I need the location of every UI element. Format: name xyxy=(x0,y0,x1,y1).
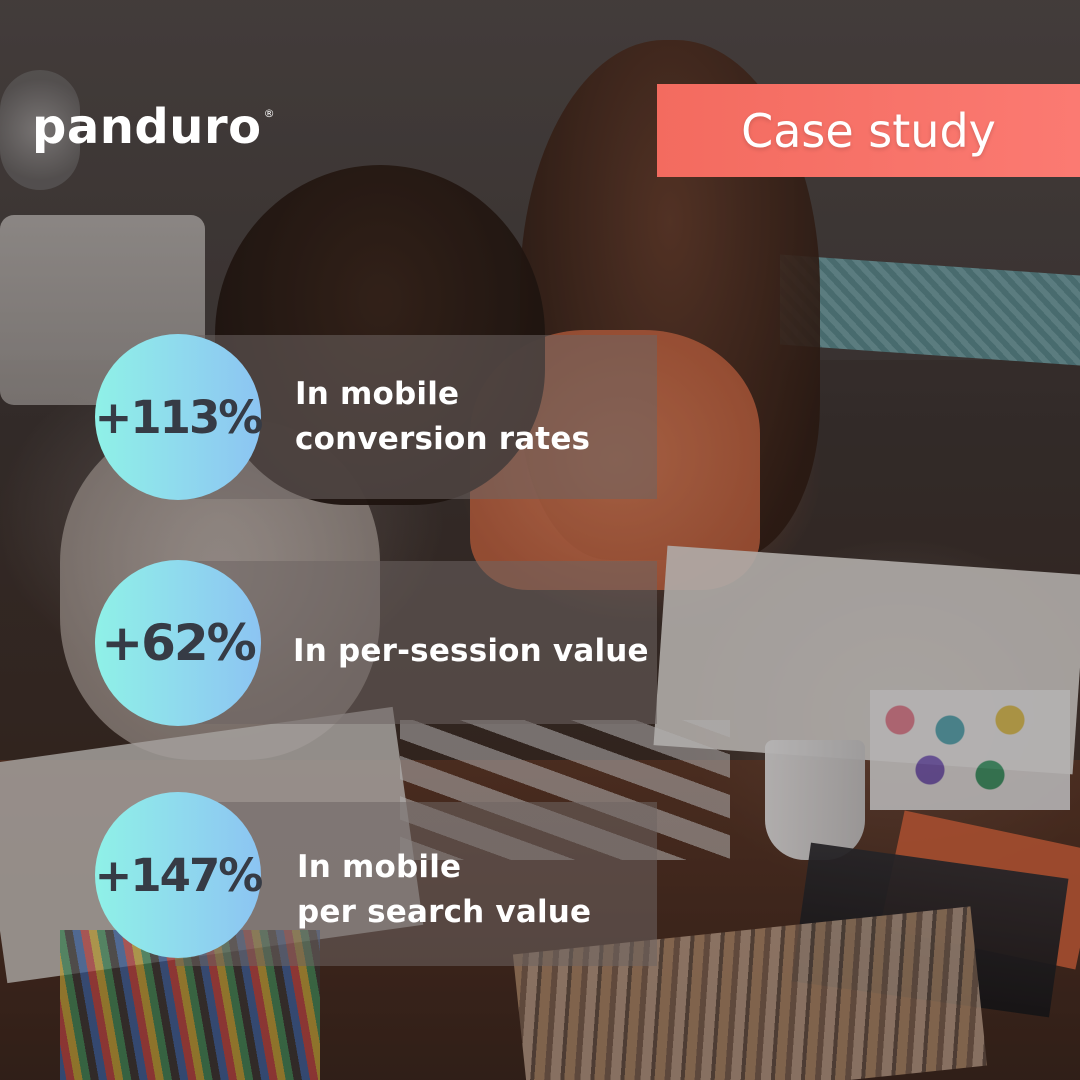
stat-description: In mobile conversion rates xyxy=(295,372,590,462)
stat-description-line: In mobile xyxy=(295,376,460,412)
case-study-graphic: panduro ® Case study +113% In mobile con… xyxy=(0,0,1080,1080)
stat-description-line: In mobile xyxy=(297,849,462,885)
case-study-label: Case study xyxy=(741,103,996,158)
logo-wordmark: panduro xyxy=(32,99,262,155)
panduro-logo: panduro ® xyxy=(32,103,275,151)
stat-value: +113% xyxy=(94,390,264,444)
stat-value: +147% xyxy=(94,848,264,902)
registered-mark: ® xyxy=(263,107,275,120)
stat-description-line: conversion rates xyxy=(295,421,591,457)
stat-value: +62% xyxy=(101,614,257,672)
stat-circle: +147% xyxy=(94,792,264,958)
stat-description-line: per search value xyxy=(297,894,592,930)
stat-description: In mobile per search value xyxy=(297,845,591,935)
stat-circle: +62% xyxy=(95,560,261,726)
case-study-badge: Case study xyxy=(657,84,1080,177)
stat-description: In per-session value xyxy=(293,629,649,674)
stat-circle: +113% xyxy=(94,334,264,500)
stat-description-line: In per-session value xyxy=(293,633,649,669)
